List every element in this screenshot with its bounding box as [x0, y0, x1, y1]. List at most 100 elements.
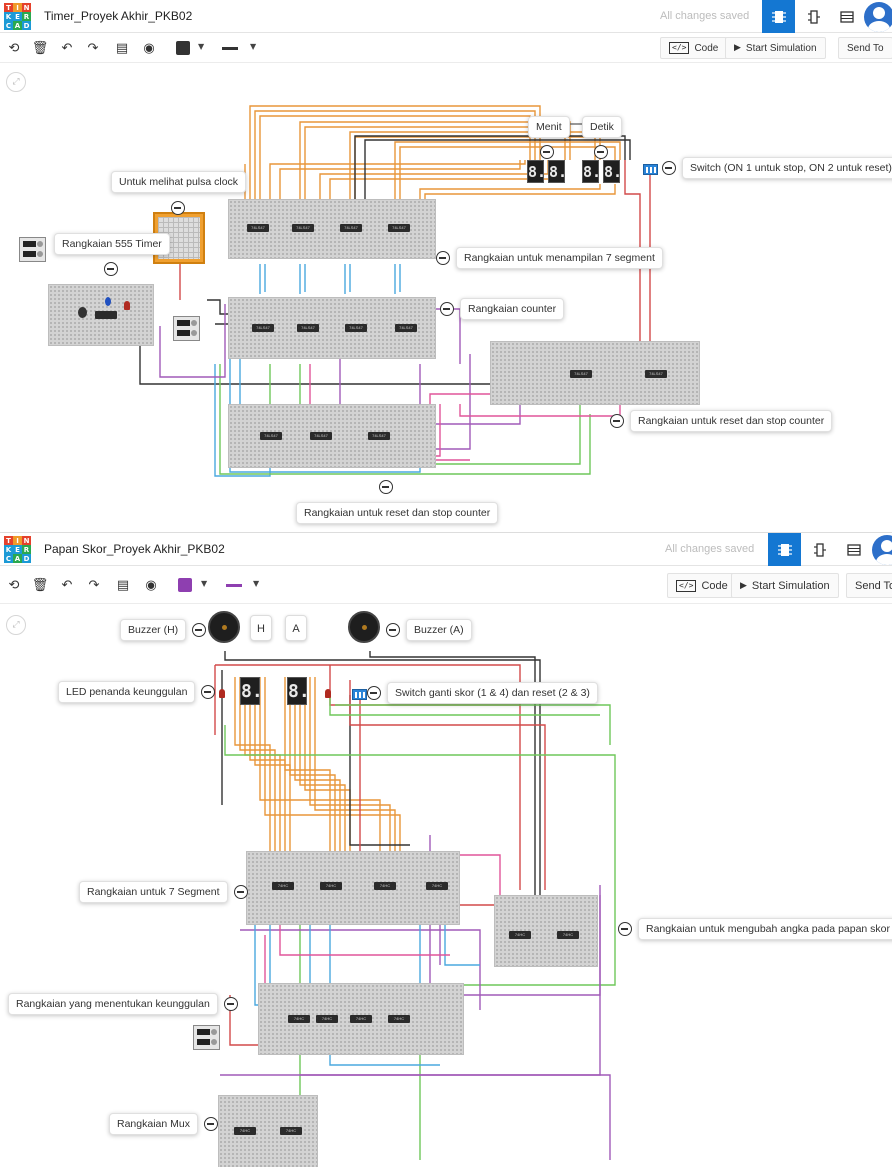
ic-chip[interactable]: 74HC: [388, 1015, 410, 1023]
ic-chip[interactable]: 74LS47: [395, 324, 417, 332]
ic-chip[interactable]: 74LS47: [260, 432, 282, 440]
ic-chip[interactable]: 74HC: [557, 931, 579, 939]
rotate-icon[interactable]: ⟲: [5, 39, 23, 57]
note-7segment[interactable]: Rangkaian untuk 7 Segment: [79, 881, 248, 903]
ic-chip[interactable]: 74HC: [509, 931, 531, 939]
eye-icon[interactable]: ◉: [142, 576, 160, 594]
ic-chip[interactable]: 74HC: [374, 882, 396, 890]
color-swatch[interactable]: [176, 41, 190, 55]
code-button[interactable]: </> Code: [667, 573, 737, 598]
note-reset-right[interactable]: Rangkaian untuk reset dan stop counter: [610, 410, 833, 432]
minus-icon[interactable]: [436, 251, 450, 265]
power-supply[interactable]: [19, 237, 46, 262]
minus-icon[interactable]: [223, 997, 238, 1011]
minus-icon[interactable]: [233, 885, 248, 899]
start-simulation-button[interactable]: ▶ Start Simulation: [725, 37, 826, 59]
trash-icon[interactable]: 🗑: [31, 576, 49, 594]
led-h[interactable]: [219, 689, 225, 698]
power-supply[interactable]: [193, 1025, 220, 1050]
minus-icon[interactable]: [171, 201, 185, 215]
minus-icon[interactable]: [386, 623, 400, 637]
ic-chip[interactable]: 74LS47: [252, 324, 274, 332]
note-detik[interactable]: Detik: [582, 116, 622, 138]
ic-555[interactable]: [95, 311, 117, 319]
note-led[interactable]: LED penanda keunggulan: [58, 681, 216, 703]
ic-chip[interactable]: 74HC: [234, 1127, 256, 1135]
seven-segment-display[interactable]: 8.: [548, 160, 567, 183]
seven-segment-display[interactable]: 8.: [582, 160, 601, 183]
minus-icon[interactable]: [201, 685, 216, 699]
buzzer-h[interactable]: [208, 611, 240, 643]
led-a[interactable]: [325, 689, 331, 698]
tinkercad-logo[interactable]: T I N K E R C A D: [4, 3, 31, 30]
line-style-icon[interactable]: [222, 47, 238, 50]
note-pulsa[interactable]: Untuk melihat pulsa clock: [111, 171, 247, 193]
note-buzzer-a[interactable]: Buzzer (A): [386, 619, 472, 641]
component-list-button[interactable]: [830, 0, 863, 33]
minus-icon[interactable]: [367, 686, 381, 700]
capacitor[interactable]: [78, 307, 87, 318]
ic-chip[interactable]: 74LS47: [388, 224, 410, 232]
start-simulation-button[interactable]: ▶ Start Simulation: [731, 573, 839, 598]
label-h[interactable]: H: [250, 615, 272, 641]
minus-icon[interactable]: [618, 922, 632, 936]
chevron-down-icon[interactable]: ▼: [250, 42, 256, 51]
ic-chip[interactable]: 74LS47: [345, 324, 367, 332]
minus-icon[interactable]: [440, 302, 454, 316]
chevron-down-icon[interactable]: ▼: [201, 579, 207, 588]
user-avatar[interactable]: [864, 2, 892, 32]
minus-icon[interactable]: [540, 145, 554, 159]
minus-icon[interactable]: [662, 161, 676, 175]
undo-icon[interactable]: ↶: [58, 576, 76, 594]
ic-chip[interactable]: 74HC: [272, 882, 294, 890]
seven-segment-display[interactable]: 8.: [527, 160, 546, 183]
line-style-icon[interactable]: [226, 584, 242, 587]
dip-switch[interactable]: [352, 689, 367, 700]
note-display[interactable]: Rangkaian untuk menampilan 7 segment: [436, 247, 663, 269]
trash-icon[interactable]: 🗑: [31, 39, 49, 57]
minus-icon[interactable]: [610, 414, 624, 428]
ic-chip[interactable]: 74LS47: [340, 224, 362, 232]
minus-icon[interactable]: [192, 623, 207, 637]
label-a[interactable]: A: [285, 615, 307, 641]
user-avatar[interactable]: [872, 535, 892, 565]
chevron-down-icon[interactable]: ▼: [253, 579, 259, 588]
minus-icon[interactable]: [203, 1117, 218, 1131]
breadboard-reset-stop[interactable]: [490, 341, 700, 405]
schematic-view-button[interactable]: [797, 0, 830, 33]
ic-chip[interactable]: 74LS47: [310, 432, 332, 440]
ic-chip[interactable]: 74LS47: [645, 370, 667, 378]
ic-chip[interactable]: 74HC: [288, 1015, 310, 1023]
note-reset-bottom[interactable]: Rangkaian untuk reset dan stop counter: [296, 502, 499, 524]
note-menit[interactable]: Menit: [528, 116, 570, 138]
circuit-canvas[interactable]: ⤢: [0, 605, 892, 1167]
minus-icon[interactable]: [594, 145, 608, 159]
buzzer-a[interactable]: [348, 611, 380, 643]
component-list-button[interactable]: [837, 533, 870, 566]
rotate-icon[interactable]: ⟲: [5, 576, 23, 594]
breadboard-mux[interactable]: [218, 1095, 318, 1167]
redo-icon[interactable]: ↷: [85, 576, 103, 594]
circuit-view-button[interactable]: [762, 0, 795, 33]
seven-segment-display-h[interactable]: 8.: [240, 677, 263, 705]
project-title[interactable]: Papan Skor_Proyek Akhir_PKB02: [44, 542, 225, 556]
circuit-canvas[interactable]: ⤢: [0, 64, 892, 532]
color-swatch[interactable]: [178, 578, 192, 592]
ic-chip[interactable]: 74HC: [316, 1015, 338, 1023]
code-button[interactable]: </> Code: [660, 37, 728, 59]
note-switch[interactable]: Switch ganti skor (1 & 4) dan reset (2 &…: [367, 682, 598, 704]
note-mux[interactable]: Rangkaian Mux: [109, 1113, 218, 1135]
ic-chip[interactable]: 74LS47: [247, 224, 269, 232]
power-supply[interactable]: [173, 316, 200, 341]
note-switch[interactable]: Switch (ON 1 untuk stop, ON 2 untuk rese…: [662, 157, 892, 179]
chevron-down-icon[interactable]: ▼: [198, 42, 204, 51]
eye-icon[interactable]: ◉: [140, 39, 158, 57]
undo-icon[interactable]: ↶: [58, 39, 76, 57]
minus-icon[interactable]: [104, 262, 118, 276]
ic-chip[interactable]: 74LS47: [368, 432, 390, 440]
note-555[interactable]: Rangkaian 555 Timer: [54, 233, 170, 255]
note-lead[interactable]: Rangkaian yang menentukan keunggulan: [8, 993, 238, 1015]
ic-chip[interactable]: 74LS47: [297, 324, 319, 332]
redo-icon[interactable]: ↷: [84, 39, 102, 57]
send-to-button[interactable]: Send To: [838, 37, 892, 59]
